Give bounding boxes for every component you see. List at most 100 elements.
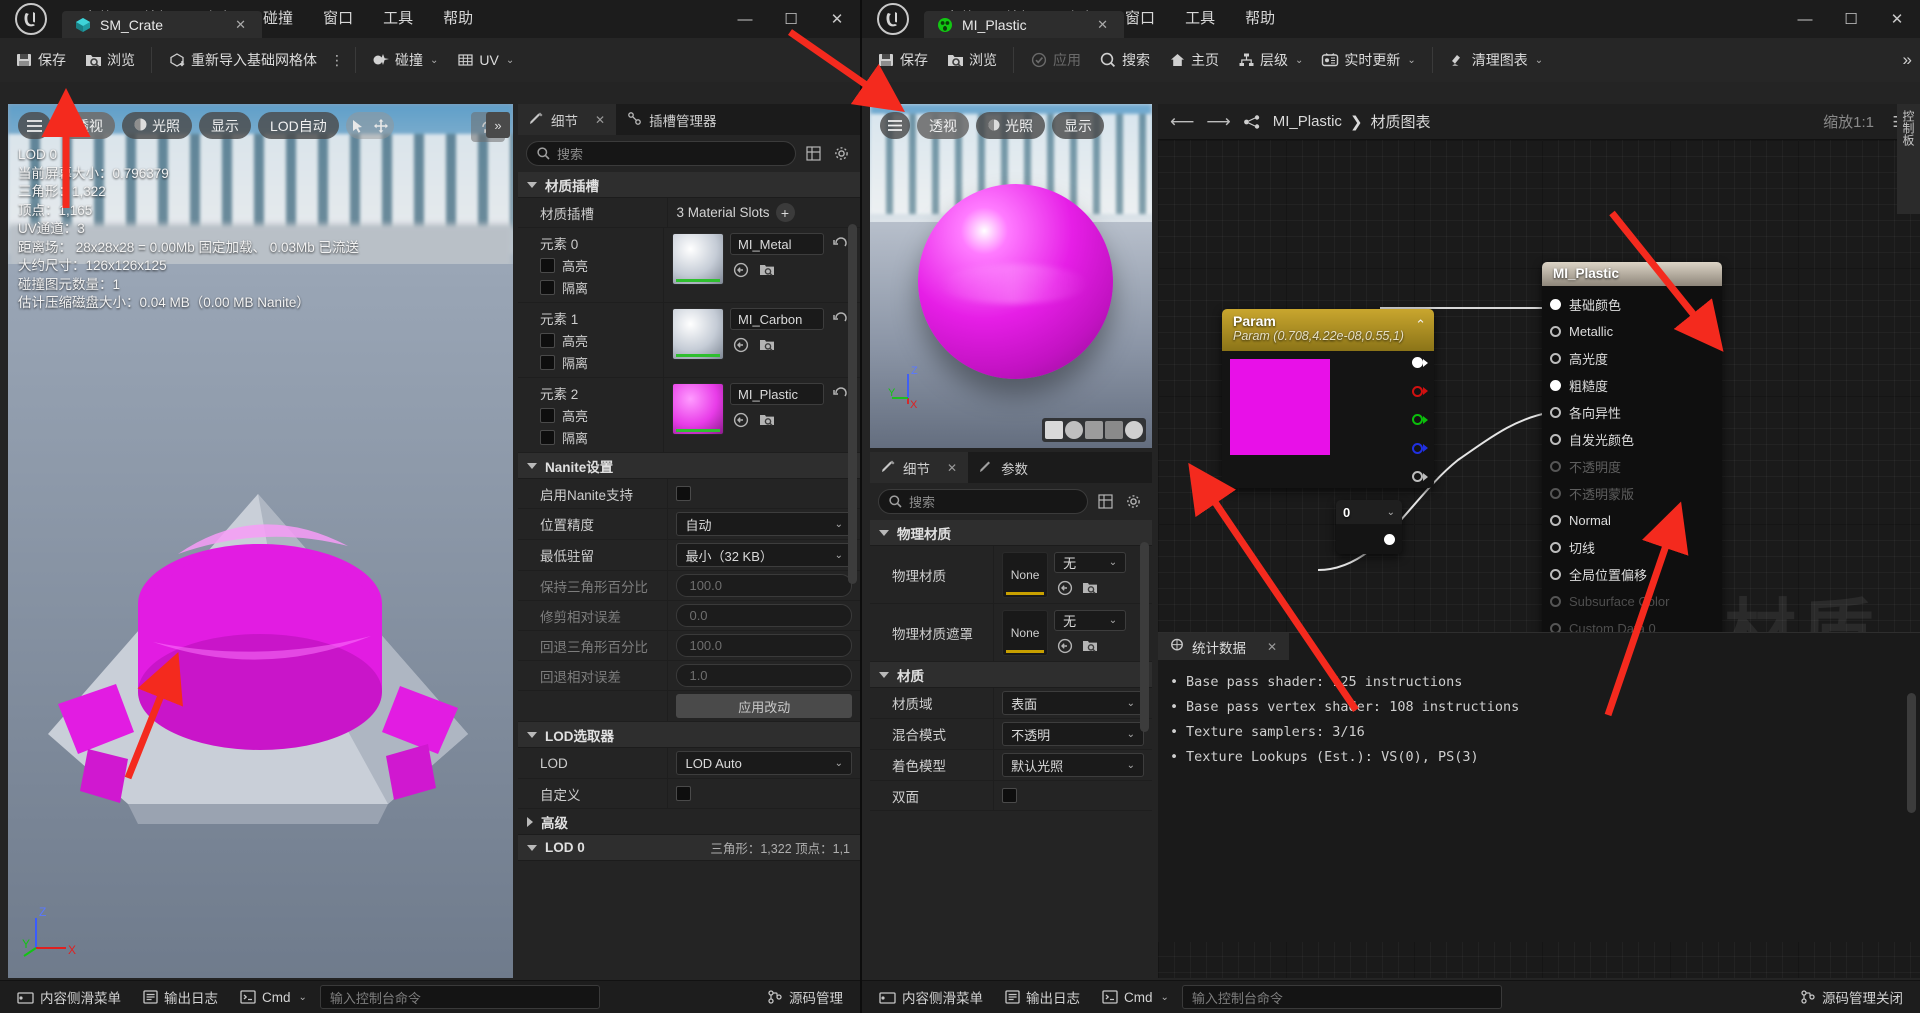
viewport-lighting-button[interactable]: 光照: [122, 112, 192, 139]
blend-mode-dropdown[interactable]: 不透明 ⌄: [1002, 722, 1144, 746]
input-pin-anisotropy[interactable]: 各向异性: [1542, 399, 1722, 426]
material-name-field[interactable]: MI_Plastic: [730, 383, 824, 405]
physical-material-dropdown[interactable]: 无 ⌄: [1054, 552, 1127, 573]
fallback-relative-error-field[interactable]: 1.0: [676, 664, 852, 687]
asset-tab-sm-crate[interactable]: SM_Crate ✕: [62, 11, 262, 38]
find-in-content-browser-icon[interactable]: [1079, 635, 1101, 657]
input-pin-normal[interactable]: Normal: [1542, 507, 1722, 534]
browse-button[interactable]: 浏览: [75, 43, 144, 77]
browse-to-asset-icon[interactable]: [730, 334, 752, 356]
shape-plane-icon[interactable]: [1085, 421, 1103, 439]
shape-sphere-icon[interactable]: [1065, 421, 1083, 439]
reimport-button[interactable]: 重新导入基础网格体: [159, 43, 326, 77]
asset-tab-mi-plastic[interactable]: MI_Plastic ✕: [924, 11, 1124, 38]
viewport-expand-button[interactable]: »: [486, 112, 510, 138]
minimize-button[interactable]: —: [1782, 0, 1828, 38]
menu-item-tools[interactable]: 工具: [368, 0, 428, 38]
palette-vertical-tab[interactable]: 控制板: [1897, 104, 1920, 214]
param-color-swatch[interactable]: [1230, 359, 1330, 455]
clean-graph-button[interactable]: 清理图表 ⌄: [1440, 43, 1552, 77]
shape-cylinder-icon[interactable]: [1045, 421, 1063, 439]
asset-thumbnail[interactable]: None: [1002, 610, 1049, 656]
save-button[interactable]: 保存: [6, 43, 75, 77]
material-thumbnail[interactable]: [672, 383, 724, 435]
close-icon[interactable]: ✕: [1091, 17, 1114, 33]
home-button[interactable]: 主页: [1159, 43, 1228, 77]
toolbar-more-button[interactable]: »: [1903, 50, 1912, 70]
source-control-button[interactable]: 源码管理: [758, 985, 852, 1010]
close-button[interactable]: ✕: [814, 0, 860, 38]
input-pin-world-position-offset[interactable]: 全局位置偏移: [1542, 561, 1722, 588]
pin-r[interactable]: [1412, 385, 1428, 397]
section-material[interactable]: 材质: [870, 662, 1152, 688]
arrow-left-icon[interactable]: ⟵: [1170, 112, 1194, 132]
find-in-content-browser-icon[interactable]: [756, 259, 778, 281]
console-command-input[interactable]: 输入控制台命令: [1181, 985, 1502, 1009]
viewport-menu-button[interactable]: [880, 112, 910, 139]
viewport-show-button[interactable]: 显示: [199, 112, 251, 139]
shape-cube-icon[interactable]: [1105, 421, 1123, 439]
input-pin-roughness[interactable]: 粗糙度: [1542, 372, 1722, 399]
output-log-button[interactable]: 输出日志: [996, 985, 1089, 1010]
close-icon[interactable]: ✕: [595, 113, 605, 127]
material-name-field[interactable]: MI_Metal: [730, 233, 824, 255]
highlight-checkbox-row[interactable]: 高亮: [540, 331, 588, 350]
find-in-content-browser-icon[interactable]: [1079, 577, 1101, 599]
live-update-button[interactable]: 实时更新 ⌄: [1312, 43, 1424, 77]
output-log-button[interactable]: 输出日志: [134, 985, 227, 1010]
settings-gear-icon[interactable]: [1122, 491, 1144, 513]
isolate-checkbox-row[interactable]: 隔离: [540, 428, 588, 447]
menu-item-help[interactable]: 帮助: [1230, 0, 1290, 38]
maximize-button[interactable]: ☐: [768, 0, 814, 38]
input-pin-metallic[interactable]: Metallic: [1542, 318, 1722, 345]
viewport-menu-button[interactable]: [18, 112, 51, 139]
uv-button[interactable]: UV ⌄: [447, 43, 523, 77]
chevron-down-icon[interactable]: ⌄: [1387, 507, 1395, 518]
content-drawer-button[interactable]: 内容侧滑菜单: [8, 985, 130, 1010]
menu-item-tools[interactable]: 工具: [1170, 0, 1230, 38]
section-lod-picker[interactable]: LOD选取器: [518, 722, 860, 748]
cmd-button[interactable]: Cmd ⌄: [1093, 985, 1178, 1010]
section-advanced[interactable]: 高级: [518, 809, 860, 835]
shading-model-dropdown[interactable]: 默认光照 ⌄: [1002, 753, 1144, 777]
search-input[interactable]: 搜索: [526, 141, 796, 166]
cmd-button[interactable]: Cmd ⌄: [231, 985, 316, 1010]
highlight-checkbox-row[interactable]: 高亮: [540, 406, 588, 425]
tab-details[interactable]: 细节 ✕: [870, 452, 969, 483]
hierarchy-button[interactable]: 层级 ⌄: [1228, 43, 1312, 77]
content-drawer-button[interactable]: 内容侧滑菜单: [870, 985, 992, 1010]
node-constant[interactable]: 0 ⌄: [1336, 500, 1402, 554]
node-param[interactable]: Param Param (0.708,4.22e-08,0.55,1) ⌃: [1222, 309, 1434, 488]
view-options-button[interactable]: [802, 143, 824, 165]
close-icon[interactable]: ✕: [947, 461, 957, 475]
section-nanite-settings[interactable]: Nanite设置: [518, 453, 860, 479]
viewport-perspective-button[interactable]: 透视: [58, 112, 115, 139]
material-details-scrollbar[interactable]: [1140, 542, 1149, 732]
fallback-triangle-percent-field[interactable]: 100.0: [676, 634, 852, 657]
tab-socket-manager[interactable]: 插槽管理器: [616, 104, 728, 135]
enable-nanite-checkbox[interactable]: [676, 486, 692, 501]
close-icon[interactable]: ✕: [1267, 640, 1277, 654]
save-button[interactable]: 保存: [868, 43, 937, 77]
pin-b[interactable]: [1412, 442, 1428, 454]
input-pin-subsurface-color[interactable]: Subsurface Color: [1542, 588, 1722, 615]
close-button[interactable]: ✕: [1874, 0, 1920, 38]
section-lod-0[interactable]: LOD 0 三角形：1,322 顶点：1,1: [518, 835, 860, 861]
toolbar-overflow-button[interactable]: ⋮: [326, 52, 348, 69]
viewport-transform-tools[interactable]: [345, 112, 394, 139]
physical-material-mask-dropdown[interactable]: 无 ⌄: [1054, 610, 1127, 631]
console-command-input[interactable]: 输入控制台命令: [319, 985, 600, 1009]
asset-thumbnail[interactable]: None: [1002, 552, 1049, 598]
browse-to-asset-icon[interactable]: [730, 409, 752, 431]
input-pin-specular[interactable]: 高光度: [1542, 345, 1722, 372]
two-sided-checkbox[interactable]: [1002, 788, 1018, 803]
apply-changes-button[interactable]: 应用改动: [676, 694, 852, 718]
isolate-checkbox[interactable]: [540, 430, 555, 445]
browse-to-asset-icon[interactable]: [1054, 635, 1076, 657]
close-icon[interactable]: ✕: [229, 17, 252, 33]
viewport-perspective-button[interactable]: 透视: [917, 112, 969, 139]
viewport-lighting-button[interactable]: 光照: [976, 112, 1045, 139]
settings-gear-icon[interactable]: [830, 143, 852, 165]
input-pin-base-color[interactable]: 基础颜色: [1542, 291, 1722, 318]
isolate-checkbox[interactable]: [540, 280, 555, 295]
